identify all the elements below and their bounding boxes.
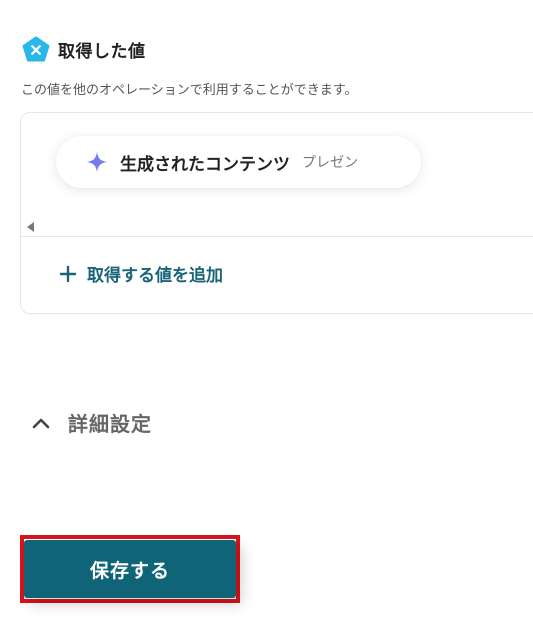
values-scroll-area[interactable]: 生成されたコンテンツ プレゼン <box>21 113 533 237</box>
section-description: この値を他のオペレーションで利用することができます。 <box>21 83 358 98</box>
value-chip-sublabel: プレゼン <box>302 155 358 171</box>
add-value-button[interactable]: 取得する値を追加 <box>59 261 223 286</box>
advanced-settings-toggle[interactable]: 詳細設定 <box>30 408 152 437</box>
value-chip-label: 生成されたコンテンツ <box>120 154 290 175</box>
sparkle-icon <box>86 151 108 173</box>
save-button[interactable]: 保存する <box>24 540 236 598</box>
plus-icon <box>59 265 77 283</box>
pentagon-x-icon <box>22 36 50 62</box>
scroll-left-icon[interactable] <box>27 222 34 232</box>
value-chip[interactable]: 生成されたコンテンツ プレゼン <box>56 136 421 188</box>
section-header: 取得した値 <box>22 36 146 62</box>
section-title: 取得した値 <box>58 41 146 62</box>
add-value-label: 取得する値を追加 <box>87 266 223 286</box>
advanced-settings-label: 詳細設定 <box>68 412 152 436</box>
chevron-up-icon <box>30 412 52 434</box>
values-panel: 生成されたコンテンツ プレゼン 取得する値を追加 <box>20 112 533 314</box>
